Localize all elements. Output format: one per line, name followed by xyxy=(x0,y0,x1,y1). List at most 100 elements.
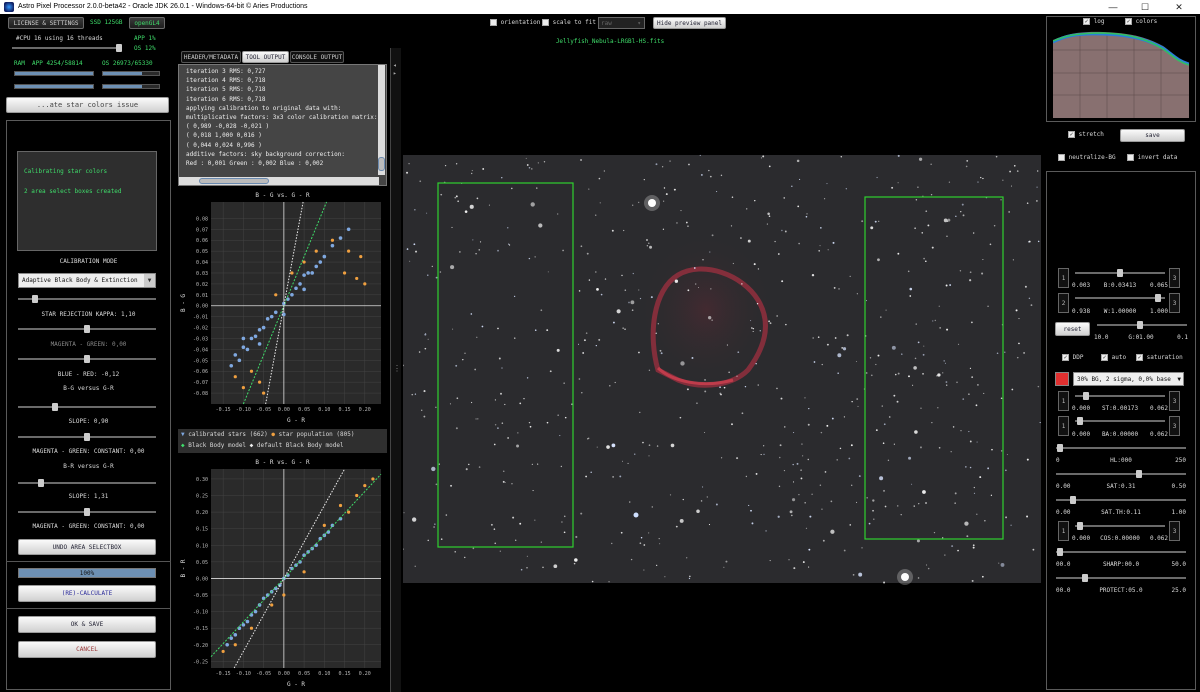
preset-3-button[interactable]: 3 xyxy=(1169,293,1180,313)
sat-label: SAT:0.31 xyxy=(1106,483,1136,490)
star xyxy=(922,353,925,356)
tab-tool-output[interactable]: TOOL OUTPUT xyxy=(242,51,289,63)
recalculate-button[interactable]: (RE)-CALCULATE xyxy=(18,585,156,602)
sat-slider[interactable] xyxy=(1056,469,1186,479)
calibration-mode-slider[interactable] xyxy=(18,294,156,304)
drag-handle-icon[interactable]: ⋮ xyxy=(393,364,401,373)
opengl-button[interactable]: openGL4 xyxy=(129,17,165,29)
expand-right-icon[interactable]: ▸ xyxy=(393,70,397,77)
star xyxy=(406,171,409,174)
star xyxy=(945,284,948,287)
g-slider[interactable] xyxy=(1097,320,1187,330)
calibrated-point xyxy=(261,325,266,330)
auto-checkbox[interactable] xyxy=(1101,354,1108,361)
protect-slider[interactable] xyxy=(1056,573,1186,583)
invert-data-checkbox[interactable] xyxy=(1127,154,1134,161)
undo-area-selectbox-button[interactable]: UNDO AREA SELECTBOX xyxy=(18,539,156,555)
ok-save-button[interactable]: OK & SAVE xyxy=(18,616,156,633)
preset-3-button[interactable]: 3 xyxy=(1169,268,1180,288)
preset-1-button[interactable]: 1 xyxy=(1058,416,1069,436)
collapse-left-icon[interactable]: ◂ xyxy=(393,62,397,69)
chevron-down-icon[interactable]: ▼ xyxy=(144,274,155,287)
star-rejection-slider[interactable] xyxy=(18,324,156,334)
vertical-scrollbar[interactable] xyxy=(378,65,385,175)
w-slider[interactable] xyxy=(1075,293,1165,303)
star xyxy=(961,203,964,206)
reset-button[interactable]: reset xyxy=(1055,322,1090,336)
save-button[interactable]: save xyxy=(1120,129,1185,142)
splitter[interactable]: ◂ ▸ ⋮ xyxy=(390,48,401,692)
star xyxy=(622,460,624,462)
saturation-checkbox[interactable] xyxy=(1136,354,1143,361)
colors-option[interactable]: colors xyxy=(1125,18,1157,25)
preset-3-button[interactable]: 3 xyxy=(1169,391,1180,411)
minimize-icon[interactable]: — xyxy=(1098,0,1128,14)
auto-option[interactable]: auto xyxy=(1101,354,1126,361)
ba-left: 0.000 xyxy=(1072,431,1091,438)
star xyxy=(598,177,601,180)
star xyxy=(736,375,738,377)
stretch-mode-select[interactable]: 30% BG, 2 sigma, 0,0% base ▼ xyxy=(1073,372,1184,386)
hide-preview-panel-button[interactable]: Hide preview panel xyxy=(653,17,726,29)
ddp-checkbox[interactable] xyxy=(1062,354,1069,361)
colors-checkbox[interactable] xyxy=(1125,18,1132,25)
preset-3-button[interactable]: 3 xyxy=(1169,521,1180,541)
orientation-option[interactable]: orientation xyxy=(490,19,540,26)
tab-header-metadata[interactable]: HEADER/METADATA xyxy=(181,51,241,63)
mg-constant1-slider[interactable] xyxy=(18,478,156,488)
preset-3-button[interactable]: 3 xyxy=(1169,416,1180,436)
preset-1-button[interactable]: 1 xyxy=(1058,268,1069,288)
horizontal-scrollbar[interactable] xyxy=(179,177,379,185)
magenta-green-slider[interactable] xyxy=(18,354,156,364)
b-slider[interactable] xyxy=(1075,268,1165,278)
scroll-thumb[interactable] xyxy=(378,157,385,171)
sat-th-slider[interactable] xyxy=(1056,495,1186,505)
scroll-thumb[interactable] xyxy=(199,178,269,184)
scale-to-fit-option[interactable]: scale to fit xyxy=(542,19,596,26)
preset-1-button[interactable]: 1 xyxy=(1058,391,1069,411)
star xyxy=(504,403,506,406)
st-slider[interactable] xyxy=(1075,391,1165,401)
saturation-option[interactable]: saturation xyxy=(1136,354,1183,361)
orientation-checkbox[interactable] xyxy=(490,19,497,26)
preset-1-button[interactable]: 1 xyxy=(1058,521,1069,541)
star xyxy=(562,249,564,252)
cancel-button[interactable]: CANCEL xyxy=(18,641,156,658)
display-mode-select[interactable]: raw ▾ xyxy=(598,17,645,29)
log-checkbox[interactable] xyxy=(1083,18,1090,25)
slope2-slider[interactable] xyxy=(18,507,156,517)
tab-console-output[interactable]: CONSOLE OUTPUT xyxy=(290,51,344,63)
star xyxy=(897,182,899,184)
scale-to-fit-checkbox[interactable] xyxy=(542,19,549,26)
astro-image[interactable] xyxy=(402,50,1041,690)
sharp-slider[interactable] xyxy=(1056,547,1186,557)
calibration-mode-select[interactable]: Adaptive Black Body & Extinction ▼ xyxy=(18,273,156,288)
invert-data-option[interactable]: invert data xyxy=(1127,154,1177,161)
task-button[interactable]: ...ate star colors issue xyxy=(6,97,169,113)
hl-slider[interactable] xyxy=(1056,443,1186,453)
star xyxy=(781,229,783,232)
stretch-checkbox[interactable] xyxy=(1068,131,1075,138)
cpu-slider[interactable] xyxy=(12,43,122,53)
close-icon[interactable]: ✕ xyxy=(1164,0,1194,14)
star xyxy=(972,232,975,234)
y-tick-label: 0.05 xyxy=(196,249,208,255)
maximize-icon[interactable]: ☐ xyxy=(1130,0,1160,14)
neutralize-bg-option[interactable]: neutralize-BG xyxy=(1058,154,1116,161)
slope1-slider[interactable] xyxy=(18,432,156,442)
blue-red-slider[interactable] xyxy=(18,402,156,412)
preset-2-button[interactable]: 2 xyxy=(1058,293,1069,313)
neutralize-bg-checkbox[interactable] xyxy=(1058,154,1065,161)
log-option[interactable]: log xyxy=(1083,18,1104,25)
license-settings-button[interactable]: LICENSE & SETTINGS xyxy=(8,17,84,29)
image-viewer[interactable] xyxy=(402,50,1041,690)
stretch-option[interactable]: stretch xyxy=(1068,131,1104,138)
color-swatch[interactable] xyxy=(1055,372,1069,386)
ram-app-bar xyxy=(14,71,94,76)
star xyxy=(687,225,689,227)
ba-slider[interactable] xyxy=(1075,416,1165,426)
chevron-down-icon[interactable]: ▼ xyxy=(1177,376,1181,383)
chevron-down-icon[interactable]: ▾ xyxy=(637,20,641,27)
ddp-option[interactable]: DDP xyxy=(1062,354,1083,361)
cos-slider[interactable] xyxy=(1075,521,1165,531)
